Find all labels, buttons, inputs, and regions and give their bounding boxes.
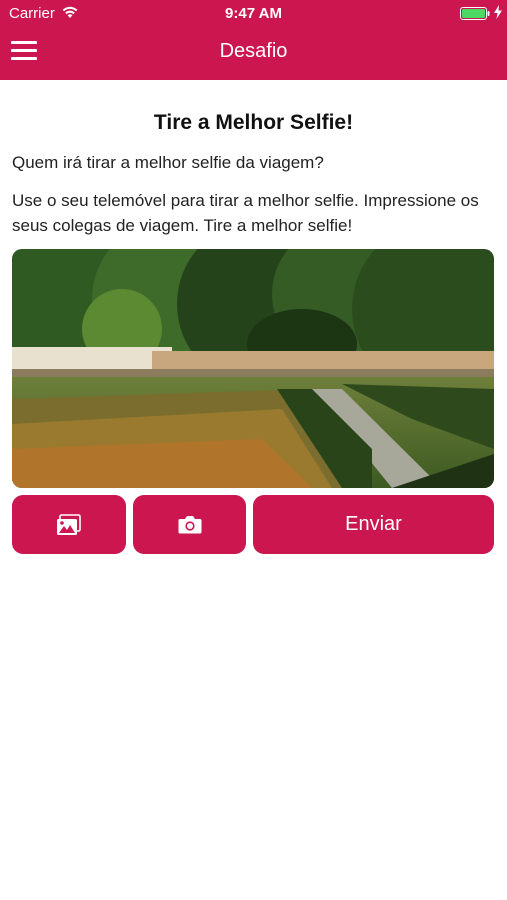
navigation-bar: Desafio xyxy=(0,28,507,80)
send-button[interactable]: Enviar xyxy=(253,495,494,554)
challenge-question: Quem irá tirar a melhor selfie da viagem… xyxy=(12,153,324,172)
bolt-icon xyxy=(494,5,502,19)
gallery-button[interactable] xyxy=(12,495,126,554)
status-time: 9:47 AM xyxy=(225,5,282,22)
challenge-description: Use o seu telemóvel para tirar a melhor … xyxy=(12,191,479,235)
challenge-photo xyxy=(12,249,494,488)
nav-title: Desafio xyxy=(219,40,288,62)
camera-button[interactable] xyxy=(133,495,246,554)
status-bar: Carrier 9:47 AM xyxy=(0,0,507,28)
image-gallery-icon xyxy=(57,513,81,535)
page-title: Tire a Melhor Selfie! xyxy=(153,111,354,134)
battery-icon xyxy=(460,7,490,20)
camera-icon xyxy=(178,516,201,534)
